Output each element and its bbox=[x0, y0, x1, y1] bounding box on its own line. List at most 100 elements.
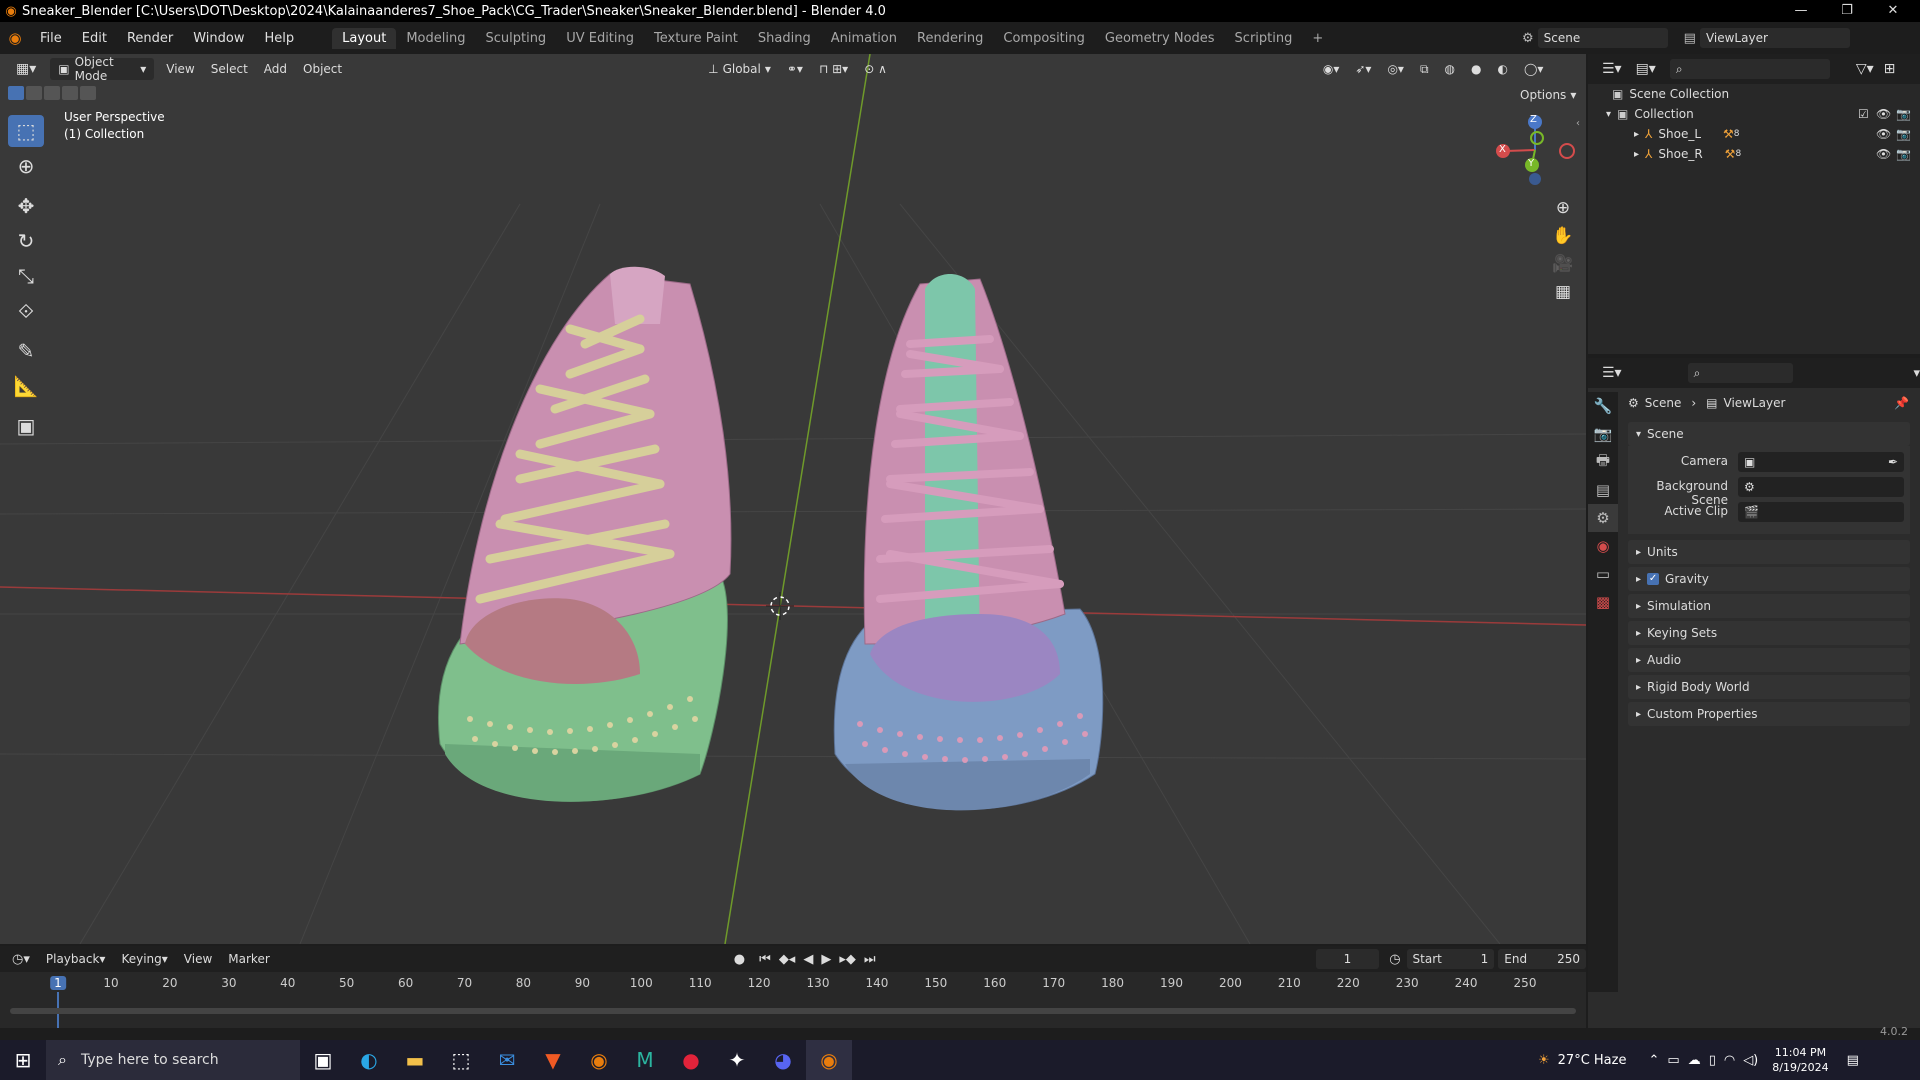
shading-solid-icon[interactable]: ● bbox=[1463, 58, 1489, 80]
pan-hand-icon[interactable]: ✋ bbox=[1548, 222, 1578, 250]
sidebar-toggle-icon[interactable]: ‹ bbox=[1576, 118, 1580, 129]
scene-tab-icon[interactable]: ⚙ bbox=[1588, 504, 1618, 532]
shading-wireframe-icon[interactable]: ◍ bbox=[1437, 58, 1463, 80]
checkbox-icon[interactable]: ☑ bbox=[1858, 107, 1869, 121]
tab-shading[interactable]: Shading bbox=[748, 28, 821, 49]
new-collection-icon[interactable]: ⊞ bbox=[1884, 61, 1896, 77]
shoe-left[interactable] bbox=[438, 266, 732, 802]
menu-window[interactable]: Window bbox=[183, 31, 254, 46]
collection-tab-icon[interactable]: ▭ bbox=[1588, 560, 1618, 588]
battery-icon[interactable]: ▯ bbox=[1709, 1053, 1716, 1068]
select-invert-icon[interactable] bbox=[62, 86, 78, 100]
outliner-row-shoe-l[interactable]: ▸ ⅄ Shoe_L ⚒ 8 👁 📷 bbox=[1588, 124, 1920, 144]
gizmo-toggle-icon[interactable]: ➶▾ bbox=[1347, 58, 1379, 80]
add-cube-tool-icon[interactable]: ▣ bbox=[8, 410, 44, 442]
notifications-icon[interactable]: ▤ bbox=[1847, 1053, 1859, 1068]
timeline-ruler[interactable]: 1 10 20 30 40 50 60 70 80 90 100 110 120 130 140 150 160… bbox=[0, 946, 1586, 1028]
panel-audio[interactable]: ▸ Audio bbox=[1628, 648, 1910, 672]
perspective-toggle-icon[interactable]: ▦ bbox=[1548, 278, 1578, 306]
blender-app-icon[interactable]: ◉ bbox=[576, 1040, 622, 1080]
eyedropper-icon[interactable]: ✒ bbox=[1888, 455, 1898, 469]
add-workspace-button[interactable]: + bbox=[1302, 28, 1333, 49]
wifi-icon[interactable]: ◠ bbox=[1724, 1053, 1735, 1068]
menu-object[interactable]: Object bbox=[295, 58, 350, 80]
proportional-editing-icon[interactable]: ⊙ ∧ bbox=[856, 58, 895, 80]
edge-icon[interactable]: ◐ bbox=[346, 1040, 392, 1080]
volume-icon[interactable]: ◁) bbox=[1743, 1053, 1758, 1068]
clock[interactable]: 11:04 PM 8/19/2024 bbox=[1772, 1045, 1828, 1075]
filter-icon[interactable]: ▽▾ bbox=[1856, 61, 1874, 77]
panel-gravity[interactable]: ▸ ✓ Gravity bbox=[1628, 567, 1910, 591]
display-mode-icon[interactable]: ▤▾ bbox=[1636, 61, 1656, 77]
xray-toggle-icon[interactable]: ⧉ bbox=[1412, 58, 1437, 80]
world-tab-icon[interactable]: ◉ bbox=[1588, 532, 1618, 560]
tab-uv-editing[interactable]: UV Editing bbox=[556, 28, 644, 49]
panel-scene-header[interactable]: ▾ Scene bbox=[1628, 422, 1910, 446]
navigation-gizmo[interactable] bbox=[1496, 115, 1575, 185]
annotate-tool-icon[interactable]: ✎ bbox=[8, 335, 44, 367]
shading-rendered-icon[interactable]: ◯▾ bbox=[1516, 58, 1551, 80]
expand-arrow-icon[interactable]: ▾ bbox=[1606, 109, 1611, 120]
snap-icon[interactable]: ⊓ ⊞▾ bbox=[811, 58, 856, 80]
properties-search-input[interactable]: ⌕ bbox=[1687, 363, 1794, 383]
camera-field[interactable]: ▣ ✒ bbox=[1738, 452, 1904, 472]
menu-help[interactable]: Help bbox=[255, 31, 305, 46]
eye-icon[interactable]: 👁 bbox=[1876, 147, 1891, 161]
restore-button[interactable]: ❐ bbox=[1824, 0, 1870, 22]
onedrive-icon[interactable]: ☁ bbox=[1688, 1053, 1701, 1068]
panel-custom-properties[interactable]: ▸ Custom Properties bbox=[1628, 702, 1910, 726]
camera-icon[interactable]: 📷 bbox=[1896, 147, 1911, 161]
outliner-editor-icon[interactable]: ☰▾ bbox=[1602, 61, 1622, 77]
shoe-right[interactable] bbox=[833, 274, 1104, 811]
menu-file[interactable]: File bbox=[30, 31, 72, 46]
measure-tool-icon[interactable]: 📐 bbox=[8, 370, 44, 402]
select-extend-icon[interactable] bbox=[26, 86, 42, 100]
zbrush-icon[interactable]: ✦ bbox=[714, 1040, 760, 1080]
gizmo-neg-x-icon[interactable] bbox=[1559, 143, 1575, 159]
tab-modeling[interactable]: Modeling bbox=[396, 28, 475, 49]
blender-running-icon[interactable]: ◉ bbox=[806, 1040, 852, 1080]
zoom-icon[interactable]: ⊕ bbox=[1548, 194, 1578, 222]
minimize-button[interactable]: — bbox=[1778, 0, 1824, 22]
task-view-icon[interactable]: ▣ bbox=[300, 1040, 346, 1080]
gizmo-neg-z-icon[interactable] bbox=[1529, 173, 1541, 185]
visibility-icon[interactable]: ◉▾ bbox=[1315, 58, 1348, 80]
windows-start-icon[interactable]: ⊞ bbox=[0, 1040, 46, 1080]
eye-icon[interactable]: 👁 bbox=[1876, 107, 1891, 121]
meet-icon[interactable]: ▭ bbox=[1667, 1053, 1679, 1068]
menu-edit[interactable]: Edit bbox=[72, 31, 117, 46]
red-app-icon[interactable]: ● bbox=[668, 1040, 714, 1080]
camera-icon[interactable]: 📷 bbox=[1896, 107, 1911, 121]
store-icon[interactable]: ⬚ bbox=[438, 1040, 484, 1080]
panel-rigid-body-world[interactable]: ▸ Rigid Body World bbox=[1628, 675, 1910, 699]
transform-orientation-selector[interactable]: ⊥ Global ▾ bbox=[700, 58, 779, 80]
texture-tab-icon[interactable]: ▩ bbox=[1588, 588, 1618, 616]
chevron-up-icon[interactable]: ⌃ bbox=[1648, 1053, 1659, 1068]
viewlayer-selector[interactable]: ViewLayer bbox=[1699, 28, 1850, 48]
tab-rendering[interactable]: Rendering bbox=[907, 28, 993, 49]
tab-layout[interactable]: Layout bbox=[332, 27, 397, 49]
expand-arrow-icon[interactable]: ▸ bbox=[1634, 129, 1639, 140]
menu-view[interactable]: View bbox=[158, 58, 202, 80]
shading-material-icon[interactable]: ◐ bbox=[1490, 58, 1516, 80]
close-button[interactable]: ✕ bbox=[1870, 0, 1916, 22]
tab-animation[interactable]: Animation bbox=[821, 28, 907, 49]
chevron-down-icon[interactable]: ▾ bbox=[1913, 366, 1920, 381]
properties-editor-icon[interactable]: ☰▾ bbox=[1602, 365, 1622, 381]
tab-sculpting[interactable]: Sculpting bbox=[475, 28, 556, 49]
outliner-row-shoe-r[interactable]: ▸ ⅄ Shoe_R ⚒ 8 👁 📷 bbox=[1588, 144, 1920, 164]
select-new-icon[interactable] bbox=[8, 86, 24, 100]
menu-render[interactable]: Render bbox=[117, 31, 183, 46]
tool-tab-icon[interactable]: 🔧 bbox=[1588, 392, 1618, 420]
scene-selector[interactable]: Scene bbox=[1537, 28, 1668, 48]
output-tab-icon[interactable]: 🖶 bbox=[1588, 448, 1618, 476]
panel-units[interactable]: ▸ Units bbox=[1628, 540, 1910, 564]
3d-cursor-icon[interactable] bbox=[766, 592, 794, 620]
cursor-tool-icon[interactable]: ⊕ bbox=[8, 150, 44, 182]
gizmo-neg-y-icon[interactable] bbox=[1530, 131, 1544, 145]
render-tab-icon[interactable]: 📷 bbox=[1588, 420, 1618, 448]
select-intersect-icon[interactable] bbox=[80, 86, 96, 100]
select-subtract-icon[interactable] bbox=[44, 86, 60, 100]
options-button[interactable]: Options ▾ bbox=[1512, 84, 1584, 106]
scale-tool-icon[interactable]: ⤡ bbox=[8, 260, 44, 292]
